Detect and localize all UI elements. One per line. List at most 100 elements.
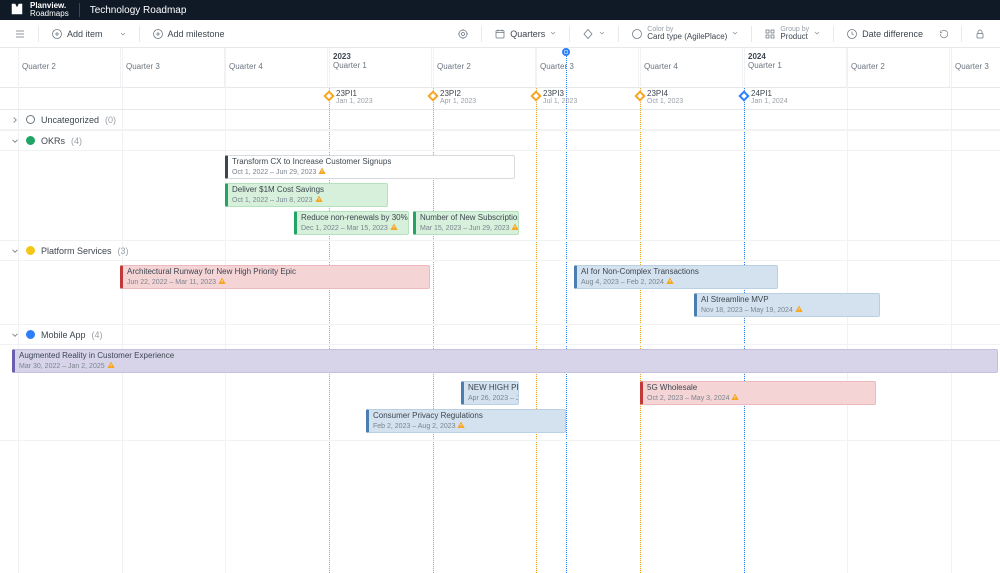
warning-icon — [107, 362, 115, 371]
topbar: Planview. Roadmaps Technology Roadmap — [0, 0, 1000, 20]
lane-body[interactable]: Architectural Runway for New High Priori… — [0, 261, 1000, 325]
target-button[interactable] — [451, 25, 475, 43]
lane-count: (3) — [118, 246, 129, 256]
milestone[interactable]: 24PI1Jan 1, 2024 — [740, 90, 788, 105]
timeline-card[interactable]: 5G Wholesale Oct 2, 2023 – May 3, 2024 — [640, 381, 876, 405]
chevron-down-icon[interactable] — [10, 246, 20, 256]
shape-selector[interactable] — [576, 25, 612, 43]
history-button[interactable] — [933, 26, 955, 42]
quarter-column: Quarter 3 — [951, 48, 1000, 87]
lane-header[interactable]: OKRs (4) — [0, 131, 1000, 151]
card-title: 5G Wholesale — [647, 384, 871, 393]
card-title: NEW HIGH PRIC — [468, 384, 514, 393]
card-title: Reduce non-renewals by 30% — [301, 214, 404, 223]
timeline-card[interactable]: Number of New SubscriptionsMar 15, 2023 … — [413, 211, 519, 235]
lane-body[interactable]: Transform CX to Increase Customer Signup… — [0, 151, 1000, 241]
card-dates: Oct 1, 2022 – Jun 8, 2023 — [232, 197, 323, 204]
quarter-column: Quarter 3 — [122, 48, 225, 87]
timeline-card[interactable]: Augmented Reality in Customer Experience… — [12, 349, 998, 373]
chevron-down-icon[interactable] — [10, 136, 20, 146]
timeline-card[interactable]: AI Streamline MVPNov 18, 2023 – May 19, … — [694, 293, 880, 317]
lane-body[interactable] — [0, 130, 1000, 131]
warning-icon — [666, 278, 674, 287]
warning-icon — [318, 168, 326, 177]
lane-count: (0) — [105, 115, 116, 125]
lane-color-dot — [26, 246, 35, 255]
add-milestone-button[interactable]: Add milestone — [146, 25, 231, 43]
quarter-column: Quarter 2 — [847, 48, 950, 87]
timeline-card[interactable]: Architectural Runway for New High Priori… — [120, 265, 430, 289]
quarter-column: 2024Quarter 1 — [744, 48, 847, 87]
card-dates: Aug 4, 2023 – Feb 2, 2024 — [581, 279, 674, 286]
lane-color-dot — [26, 115, 35, 124]
timeline-card[interactable]: Consumer Privacy RegulationsFeb 2, 2023 … — [366, 409, 566, 433]
chevron-down-icon[interactable] — [10, 330, 20, 340]
milestone-date: Jan 1, 2023 — [336, 98, 373, 105]
milestone[interactable]: 23PI4Oct 1, 2023 — [636, 90, 683, 105]
card-title: Augmented Reality in Customer Experience — [19, 352, 993, 361]
warning-icon — [511, 224, 519, 233]
brand-sub: Roadmaps — [30, 10, 69, 18]
lane-body[interactable]: Augmented Reality in Customer Experience… — [0, 345, 1000, 441]
card-title: AI for Non-Complex Transactions — [581, 268, 773, 277]
timeline-card[interactable]: AI for Non-Complex Transactions Aug 4, 20… — [574, 265, 778, 289]
milestone-name: 24PI1 — [751, 90, 788, 98]
diamond-icon — [738, 90, 749, 101]
timeline-card[interactable]: Transform CX to Increase Customer Signup… — [225, 155, 515, 179]
lane-header[interactable]: Platform Services (3) — [0, 241, 1000, 261]
lane-header[interactable]: Mobile App (4) — [0, 325, 1000, 345]
time-unit-selector[interactable]: Quarters — [488, 25, 563, 43]
lane-name: Mobile App — [41, 330, 86, 340]
date-diff-label: Date difference — [862, 29, 923, 39]
milestone[interactable]: 23PI2Apr 1, 2023 — [429, 90, 476, 105]
quarter-column: Quarter 4 — [225, 48, 328, 87]
divider — [79, 3, 80, 17]
timeline[interactable]: Quarter 2Quarter 3Quarter 42023Quarter 1… — [0, 48, 1000, 573]
chevron-right-icon[interactable] — [10, 115, 20, 125]
milestone[interactable]: 23PI1Jan 1, 2023 — [325, 90, 373, 105]
timeline-card[interactable]: Deliver $1M Cost Savings Oct 1, 2022 – Ju… — [225, 183, 388, 207]
logo-icon — [10, 2, 24, 18]
lane-header[interactable]: Uncategorized (0) — [0, 110, 1000, 130]
list-view-button[interactable] — [8, 25, 32, 43]
add-item-dropdown[interactable] — [113, 27, 133, 41]
warning-icon — [315, 196, 323, 205]
milestone-date: Oct 1, 2023 — [647, 98, 683, 105]
brand-logo[interactable]: Planview. Roadmaps — [10, 2, 69, 18]
lanes: Uncategorized (0)OKRs (4) Transform CX to… — [0, 110, 1000, 441]
card-dates: Jun 22, 2022 – Mar 11, 2023 — [127, 279, 226, 286]
card-title: Deliver $1M Cost Savings — [232, 186, 383, 195]
add-milestone-label: Add milestone — [168, 29, 225, 39]
lane-color-dot — [26, 136, 35, 145]
quarter-column: Quarter 4 — [640, 48, 743, 87]
toolbar: Add item Add milestone Quarters Color by… — [0, 20, 1000, 48]
card-title: AI Streamline MVP — [701, 296, 875, 305]
diamond-icon — [323, 90, 334, 101]
milestone-row: 23PI1Jan 1, 2023 23PI2Apr 1, 2023 23PI3Jul… — [0, 88, 1000, 110]
add-item-button[interactable]: Add item — [45, 25, 109, 43]
quarter-column: Quarter 2 — [433, 48, 536, 87]
card-dates: Oct 2, 2023 – May 3, 2024 — [647, 395, 739, 402]
group-by-selector[interactable]: Group by Product — [758, 23, 827, 44]
lane-count: (4) — [71, 136, 82, 146]
time-unit-label: Quarters — [510, 29, 545, 39]
card-title: Transform CX to Increase Customer Signup… — [232, 158, 510, 167]
milestone[interactable]: 23PI3Jul 1, 2023 — [532, 90, 577, 105]
card-dates: Dec 1, 2022 – Mar 15, 2023 — [301, 225, 398, 232]
warning-icon — [795, 306, 803, 315]
milestone-name: 23PI4 — [647, 90, 683, 98]
milestone-date: Jul 1, 2023 — [543, 98, 577, 105]
timeline-card[interactable]: NEW HIGH PRICApr 26, 2023 – Jur — [461, 381, 519, 405]
milestone-name: 23PI2 — [440, 90, 476, 98]
lock-button[interactable] — [968, 25, 992, 43]
color-by-selector[interactable]: Color by Card type (AgilePlace) — [625, 23, 745, 44]
card-dates: Feb 2, 2023 – Aug 2, 2023 — [373, 423, 465, 430]
card-dates: Mar 30, 2022 – Jan 2, 2025 — [19, 363, 115, 370]
date-diff-button[interactable]: Date difference — [840, 25, 929, 43]
timeline-card[interactable]: Reduce non-renewals by 30% Dec 1, 2022 – … — [294, 211, 409, 235]
diamond-icon — [530, 90, 541, 101]
warning-icon — [457, 422, 465, 431]
group-by-value: Product — [780, 33, 809, 41]
quarter-column: 2023Quarter 1 — [329, 48, 432, 87]
lane-name: Platform Services — [41, 246, 112, 256]
